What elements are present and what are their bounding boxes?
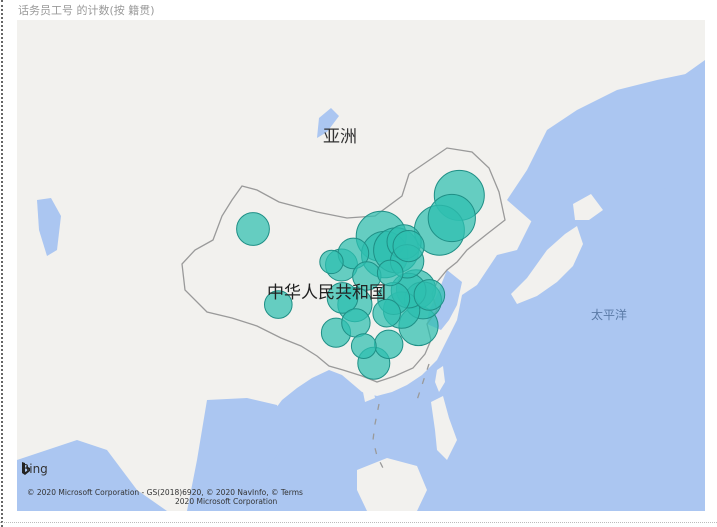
bubble-layer	[236, 169, 485, 380]
frame-edge	[1, 0, 3, 527]
frame-edge-bottom	[0, 522, 717, 523]
ocean-label-pacific: 太平洋	[591, 308, 628, 322]
bubble-广东[interactable]	[374, 329, 404, 359]
bubble-青海[interactable]	[319, 249, 344, 275]
copyright-line-1: © 2020 Microsoft Corporation - GS(2018)6…	[27, 488, 303, 497]
visual-title: 话务员工号 的计数(按 籍贯)	[18, 4, 155, 17]
bubble-湖南[interactable]	[372, 298, 402, 328]
map-canvas[interactable]: 太平洋 亚洲 中华人民共和国 Bing © 2020 Microsoft Cor…	[17, 20, 705, 511]
region-label-china: 中华人民共和国	[267, 283, 386, 303]
bing-attribution[interactable]: Bing	[21, 462, 48, 476]
bubble-吉林[interactable]	[427, 193, 476, 243]
bubble-上海[interactable]	[413, 279, 446, 311]
copyright-line-2: 2020 Microsoft Corporation	[175, 497, 278, 506]
bubble-广西[interactable]	[350, 333, 377, 360]
map-copyright[interactable]: © 2020 Microsoft Corporation - GS(2018)6…	[27, 488, 303, 506]
bing-logo-icon	[22, 462, 30, 475]
region-label-asia: 亚洲	[323, 127, 357, 147]
bubble-新疆[interactable]	[236, 212, 270, 246]
bubble-贵州[interactable]	[341, 308, 371, 338]
bubble-天津[interactable]	[392, 230, 425, 263]
